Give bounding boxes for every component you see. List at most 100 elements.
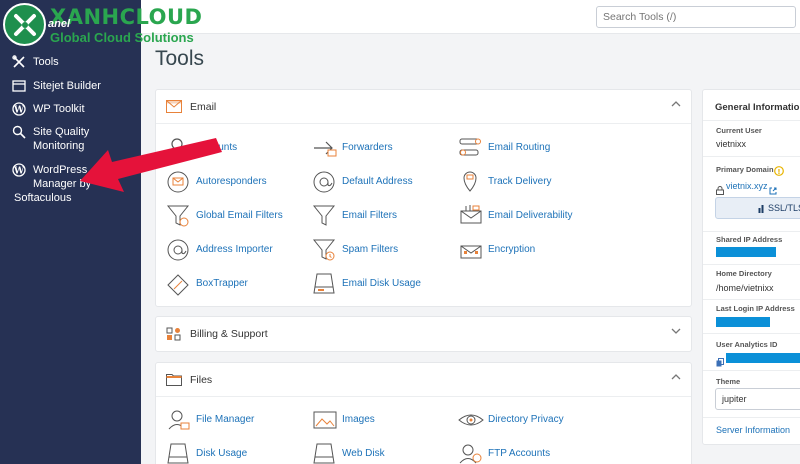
directory-privacy-icon [458,407,484,433]
sidebar: Tools Sitejet Builder W WP Toolkit Site … [0,0,141,464]
tool-label: Email Deliverability [488,210,573,221]
address-importer-icon [166,237,192,263]
billing-icon [166,327,182,341]
tool-boxtrapper[interactable]: BoxTrapper [166,271,306,297]
images-icon [312,407,338,433]
tool-autoresponders[interactable]: Autoresponders [166,169,306,195]
divider [703,231,800,232]
chevron-up-icon[interactable] [671,372,681,384]
tool-label: Encryption [488,244,536,255]
tool-directory-privacy[interactable]: Directory Privacy [458,407,598,433]
tool-default-address[interactable]: Default Address [312,169,452,195]
disk-usage-icon [312,271,338,297]
section-title: Billing & Support [190,328,268,340]
encryption-icon [458,237,484,263]
tool-address-importer[interactable]: Address Importer [166,237,306,263]
tool-forwarders[interactable]: Forwarders [312,135,452,161]
section-title: Email [190,101,217,113]
disk-usage-icon [166,441,192,464]
tool-label: FTP Accounts [488,448,551,459]
current-user-label: Current User [716,126,762,135]
divider [703,156,800,157]
ssl-tls-button[interactable]: SSL/TLS [715,197,800,219]
wordpress-icon: W [12,163,26,177]
tool-label: Directory Privacy [488,414,564,425]
email-section-header[interactable]: Email [156,90,691,124]
tool-label: Default Address [342,176,413,187]
autoresponders-icon [166,169,192,195]
brand-logo[interactable]: XANHCLOUD Global Cloud Solutions anel [0,0,210,48]
tool-label: Track Delivery [488,176,552,187]
tool-email-routing[interactable]: Email Routing [458,135,598,161]
divider [703,299,800,300]
email-accounts-icon [166,135,192,161]
tool-ftp-accounts[interactable]: FTP Accounts [458,441,598,464]
page-title: Tools [155,47,205,70]
divider [703,120,800,121]
theme-label: Theme [716,377,741,386]
sidebar-item-label: Site Quality [33,126,90,138]
theme-select[interactable]: jupiter [715,388,800,410]
svg-text:!: ! [777,168,780,176]
sidebar-item-label: Tools [33,56,59,68]
panel-title: General Information [715,102,800,113]
chevron-down-icon[interactable] [671,326,681,338]
tool-label: Email Routing [488,142,551,153]
tool-email-disk-usage[interactable]: Email Disk Usage [312,271,452,297]
billing-section-header[interactable]: Billing & Support [156,317,691,351]
home-directory-label: Home Directory [716,269,772,278]
server-information-link[interactable]: Server Information [716,425,790,435]
tool-track-delivery[interactable]: Track Delivery [458,169,598,195]
primary-domain-link[interactable]: vietnix.xyz [726,181,768,191]
tool-label: Forwarders [342,142,393,153]
chevron-up-icon[interactable] [671,99,681,111]
tool-label: Accounts [196,142,238,153]
tool-file-manager[interactable]: File Manager [166,407,306,433]
tool-label: Web Disk [342,448,385,459]
cpanel-logo-partial: anel [48,18,71,30]
billing-support-section[interactable]: Billing & Support [155,316,692,352]
info-warning-icon[interactable]: ! [774,163,784,181]
tool-encryption[interactable]: Encryption [458,237,598,263]
tool-disk-usage[interactable]: Disk Usage [166,441,306,464]
divider [703,370,800,371]
current-user-value: vietnixx [716,139,747,149]
tool-label: File Manager [196,414,255,425]
files-section-header[interactable]: Files [156,363,691,397]
deliverability-icon [458,203,484,229]
redacted-analytics-mask [726,353,800,363]
tool-web-disk[interactable]: Web Disk [312,441,452,464]
divider [703,264,800,265]
tool-spam-filters[interactable]: Spam Filters [312,237,452,263]
search-tools-input[interactable] [596,6,796,28]
tool-global-email-filters[interactable]: Global Email Filters [166,203,306,229]
redacted-ip-mask [716,317,770,327]
user-analytics-label: User Analytics ID [716,340,778,349]
ftp-accounts-icon [458,441,484,464]
home-directory-value: /home/vietnixx [716,283,774,293]
ssl-button-label: SSL/TLS [768,203,800,213]
tool-label: Address Importer [196,244,273,255]
sidebar-item-label: WP Toolkit [33,103,85,115]
tool-email-accounts[interactable]: Accounts [166,135,306,161]
tool-label: Images [342,414,375,425]
shared-ip-label: Shared IP Address [716,235,783,244]
tool-label: Disk Usage [196,448,248,459]
sidebar-item-label: Sitejet Builder [33,80,101,92]
tool-images[interactable]: Images [312,407,452,433]
tool-email-deliverability[interactable]: Email Deliverability [458,203,598,229]
wordpress-icon: W [12,102,26,116]
sidebar-item-label: Softaculous [14,192,72,204]
brand-name: XANHCLOUD [50,5,203,29]
tool-label: Global Email Filters [196,210,283,221]
tool-email-filters[interactable]: Email Filters [312,203,452,229]
divider [703,333,800,334]
ssl-chart-icon [758,204,766,215]
default-address-icon [312,169,338,195]
general-information-panel: General Information Current User vietnix… [702,89,800,445]
sidebar-item-label: Manager by [33,178,92,190]
file-manager-icon [166,407,192,433]
forwarders-icon [312,135,338,161]
logo-emblem-icon [3,3,46,46]
tool-label: Email Filters [342,210,398,221]
